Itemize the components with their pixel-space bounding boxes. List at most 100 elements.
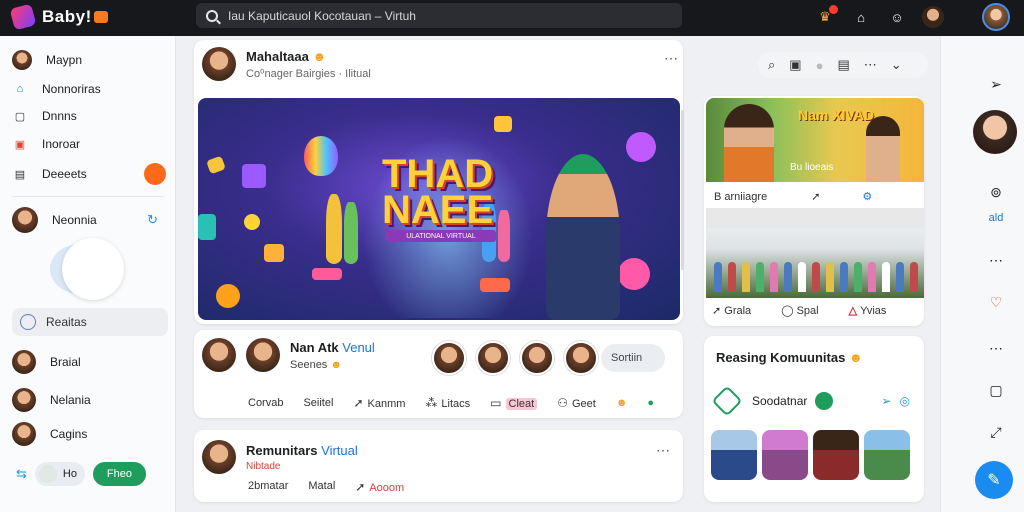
story-avatar[interactable] xyxy=(476,341,510,375)
clipboard-icon[interactable]: ▤ xyxy=(837,57,849,73)
share-icon[interactable]: ➚ xyxy=(811,190,820,203)
story-avatar[interactable] xyxy=(432,341,466,375)
chevron-down-icon[interactable]: ⌄ xyxy=(891,57,902,73)
sidebar-item-saved[interactable]: ▤ Deeeets xyxy=(12,162,172,186)
post-author[interactable]: Remunitars xyxy=(246,443,318,458)
sidebar-item-messages[interactable]: ▢ Dnnns xyxy=(12,104,172,128)
story-avatar[interactable] xyxy=(564,341,598,375)
sidebar-person[interactable]: Braial xyxy=(12,350,172,374)
green-action-button[interactable]: Fheo xyxy=(92,462,146,486)
sort-button[interactable]: Sortiin xyxy=(601,344,665,372)
account-avatar[interactable] xyxy=(982,3,1010,31)
messages-icon[interactable]: ☺ xyxy=(886,6,908,28)
hero-title: THAD NAEE xyxy=(382,152,494,232)
sidebar-item-label: Inoroar xyxy=(42,137,81,151)
home-icon[interactable]: ⌂ xyxy=(850,6,872,28)
action-item[interactable]: ➚ Aooom xyxy=(355,480,404,494)
send-icon[interactable]: ➢ xyxy=(881,394,891,408)
composer-header: Nan Atk Venul Seenes ☻ xyxy=(202,338,375,372)
sidebar-item-profile[interactable]: Maypn xyxy=(12,48,172,72)
action-button[interactable]: Matal xyxy=(308,480,335,494)
exit-icon[interactable]: ⇆ xyxy=(16,466,27,482)
user-avatar[interactable] xyxy=(246,338,280,372)
post-hero-image[interactable]: THAD NAEE ULATIONAL VIRTUAL xyxy=(198,98,680,320)
heart-icon[interactable]: ♡ xyxy=(985,294,1007,311)
story-avatars xyxy=(432,341,598,375)
shield-icon[interactable]: ● xyxy=(816,58,824,73)
expand-icon[interactable]: ⤢ xyxy=(985,424,1007,441)
bookmark-icon[interactable]: ▣ xyxy=(789,57,801,73)
community-thumbnail[interactable] xyxy=(762,430,808,480)
action-label: Cleat xyxy=(505,398,538,410)
search-bar[interactable] xyxy=(196,3,682,28)
widget-image[interactable]: Nam XIVAD Bu lioeais xyxy=(706,98,924,182)
more-options-icon[interactable]: ⋯ xyxy=(864,57,877,73)
sidebar-item-notifications[interactable]: ⌂ Nonnoriras xyxy=(12,77,172,101)
share-icon: ➚ xyxy=(712,305,725,317)
community-thumbnail[interactable] xyxy=(711,430,757,480)
community-thumbnail[interactable] xyxy=(864,430,910,480)
emoji-icon[interactable]: ☻ xyxy=(616,397,628,409)
character-figure xyxy=(344,202,358,264)
action-button[interactable]: Corvab xyxy=(248,397,283,409)
action-button[interactable]: Seiitel xyxy=(303,397,333,409)
floating-shape xyxy=(244,214,260,230)
chat-icon[interactable]: ◎ xyxy=(899,394,909,408)
more-options-icon[interactable]: ⋯ xyxy=(664,50,679,67)
search-input[interactable] xyxy=(228,8,668,23)
action-item[interactable]: ◯ Spal xyxy=(781,304,818,317)
compose-button[interactable]: ✎ xyxy=(975,461,1013,499)
send-icon[interactable]: ➢ xyxy=(985,76,1007,93)
share-icon[interactable]: ↻ xyxy=(147,212,158,228)
more-options-icon[interactable]: ⋯ xyxy=(985,340,1007,357)
character-figure xyxy=(498,210,510,262)
rail-avatar[interactable] xyxy=(973,110,1017,154)
app-logo[interactable]: Baby! xyxy=(9,3,108,31)
emoji-icon: ☻ xyxy=(848,350,863,365)
green-check-icon[interactable]: ● xyxy=(647,397,654,409)
floating-shape xyxy=(618,258,650,290)
profile-small-icon[interactable] xyxy=(922,6,944,28)
widget-image-caption: Bu lioeais xyxy=(790,162,834,173)
community-thumbnail[interactable] xyxy=(813,430,859,480)
settings-icon[interactable]: ⚙ xyxy=(862,190,872,203)
sidebar-person[interactable]: Cagins xyxy=(12,422,172,446)
action-item[interactable]: ⁂ Litacs xyxy=(425,396,470,410)
dollar-icon[interactable]: ⊚ xyxy=(985,184,1007,201)
scrollbar[interactable] xyxy=(681,110,684,270)
action-button[interactable]: 2bmatar xyxy=(248,480,288,494)
action-item[interactable]: △ Yvias xyxy=(849,304,887,317)
sidebar-search[interactable]: Reaitas xyxy=(12,308,168,336)
crowd-person xyxy=(840,262,848,292)
sidebar-item-community[interactable]: Neonnia ↻ xyxy=(12,207,172,233)
sidebar-footer: ⇆ Ho Fheo xyxy=(16,462,146,486)
sidebar-person[interactable]: Nelania xyxy=(12,388,172,412)
post-author[interactable]: Mahaltaaa xyxy=(246,49,309,64)
crowd-image[interactable] xyxy=(706,208,924,298)
action-item[interactable]: ➚ Kanmm xyxy=(353,396,405,410)
action-item[interactable]: ⚇ Geet xyxy=(557,396,596,410)
crowd-person xyxy=(798,262,806,292)
more-options-icon[interactable]: ⋯ xyxy=(985,252,1007,269)
sidebar-item-events[interactable]: ▣ Inoroar xyxy=(12,132,172,156)
community-thumbnails xyxy=(711,430,910,480)
author-avatar[interactable] xyxy=(202,440,236,474)
circle-icon xyxy=(20,314,36,330)
action-item[interactable]: ➚ Grala xyxy=(712,304,751,317)
story-avatar[interactable] xyxy=(520,341,554,375)
community-item[interactable]: Soodatnar ➢ ◎ xyxy=(711,385,910,417)
community-avatar xyxy=(12,207,38,233)
mode-toggle[interactable]: Ho xyxy=(34,462,85,486)
group-icon: ⚇ xyxy=(557,396,568,410)
action-label: Litacs xyxy=(441,398,471,410)
ceiling xyxy=(706,208,924,228)
author-avatar[interactable] xyxy=(202,47,236,81)
user-avatar[interactable] xyxy=(202,338,236,372)
logo-text: Baby! xyxy=(42,7,92,26)
rewards-icon[interactable]: ♛ xyxy=(814,5,838,28)
crowd-person xyxy=(854,262,862,292)
edit-box-icon[interactable]: ▢ xyxy=(985,382,1007,399)
action-item[interactable]: ▭ Cleat xyxy=(490,396,538,410)
search-icon[interactable]: ⌕ xyxy=(768,57,775,73)
more-options-icon[interactable]: ⋯ xyxy=(656,442,671,459)
